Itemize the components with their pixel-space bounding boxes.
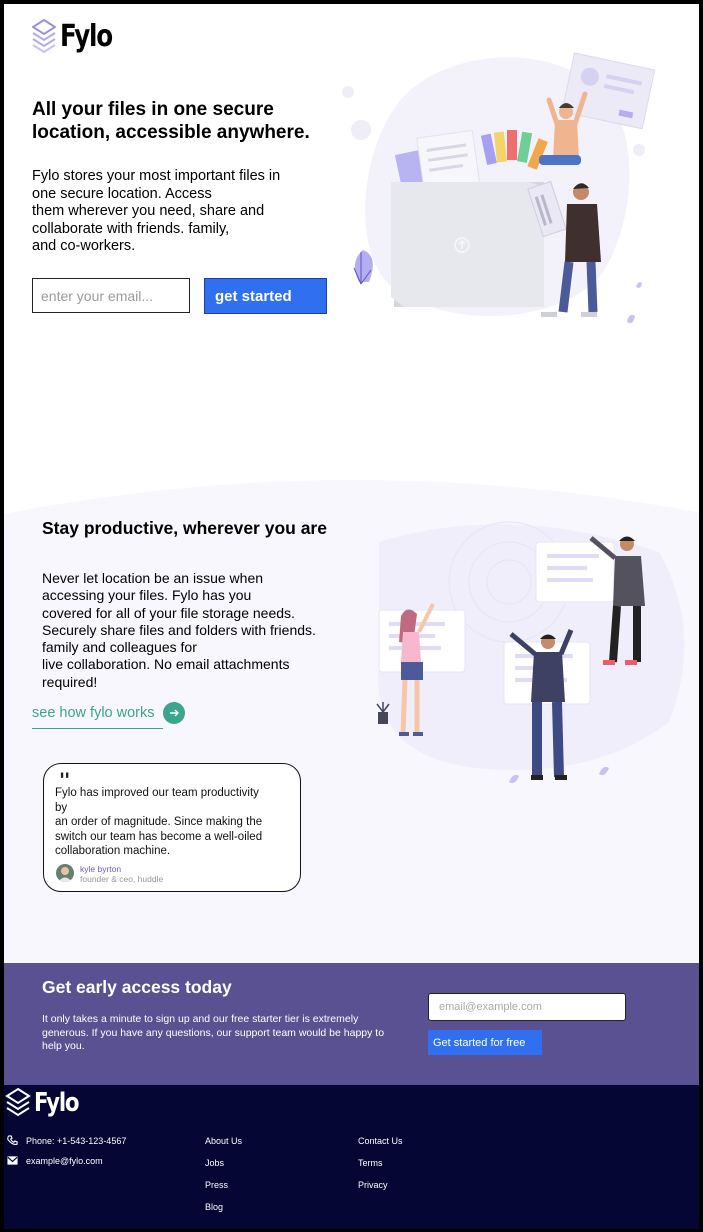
footer-link-about-us[interactable]: About Us: [205, 1136, 242, 1146]
logo-layers-icon: [32, 18, 56, 54]
mail-icon: [7, 1156, 18, 1165]
hero-illustration: [342, 52, 656, 324]
footer-phone: Phone: +1-543-123-4567: [7, 1135, 126, 1146]
phone-icon: [7, 1135, 18, 1145]
testimonial-text: Fylo has improved our team productivity …: [55, 787, 263, 857]
see-how-link-underline: [32, 728, 163, 729]
footer-link-terms[interactable]: Terms: [358, 1158, 383, 1168]
footer-email-text: example@fylo.com: [26, 1155, 103, 1166]
footer-link-blog[interactable]: Blog: [205, 1202, 223, 1212]
footer-link-press[interactable]: Press: [205, 1180, 228, 1190]
logo-layers-icon: [5, 1087, 31, 1117]
see-how-fylo-works-link[interactable]: see how fylo works: [32, 702, 185, 724]
arrow-right-icon: [162, 702, 185, 724]
see-how-link-label: see how fylo works: [32, 705, 155, 721]
early-access-section: Get early access today It only takes a m…: [4, 963, 699, 1085]
footer-email: example@fylo.com: [7, 1155, 103, 1166]
footer-link-jobs[interactable]: Jobs: [205, 1158, 224, 1168]
avatar: [56, 864, 74, 882]
hero-get-started-button[interactable]: get started: [204, 278, 327, 314]
productive-illustration: [376, 521, 685, 784]
header-logo[interactable]: Fylo: [32, 18, 123, 54]
testimonial-card: '' Fylo has improved our team productivi…: [43, 763, 301, 892]
early-access-title: Get early access today: [42, 977, 232, 997]
footer-phone-text: Phone: +1-543-123-4567: [26, 1135, 127, 1146]
productive-title: Stay productive, wherever you are: [42, 518, 327, 538]
footer: Fylo Phone: +1-543-123-4567 example@fylo…: [4, 1085, 699, 1229]
productive-description: Never let location be an issue when acce…: [42, 570, 316, 690]
hero-description: Fylo stores your most important files in…: [32, 168, 281, 254]
footer-link-contact-us[interactable]: Contact Us: [358, 1136, 403, 1146]
hero-title: All your files in one secure location, a…: [32, 99, 310, 143]
early-access-description: It only takes a minute to sign up and ou…: [42, 1013, 385, 1052]
logo-wordmark: Fylo: [60, 18, 113, 54]
hero-email-input[interactable]: [32, 278, 190, 313]
footer-logo-wordmark: Fylo: [34, 1088, 80, 1118]
testimonial-author-name: kyle byrton: [80, 864, 122, 874]
page: Fylo All your files in one secure locati…: [0, 0, 703, 1232]
footer-link-privacy[interactable]: Privacy: [358, 1180, 388, 1190]
footer-logo[interactable]: Fylo: [5, 1087, 88, 1119]
get-started-free-button[interactable]: Get started for free: [428, 1030, 542, 1055]
early-access-email-input[interactable]: [428, 993, 626, 1021]
testimonial-author-role: founder & ceo, huddle: [80, 874, 164, 884]
